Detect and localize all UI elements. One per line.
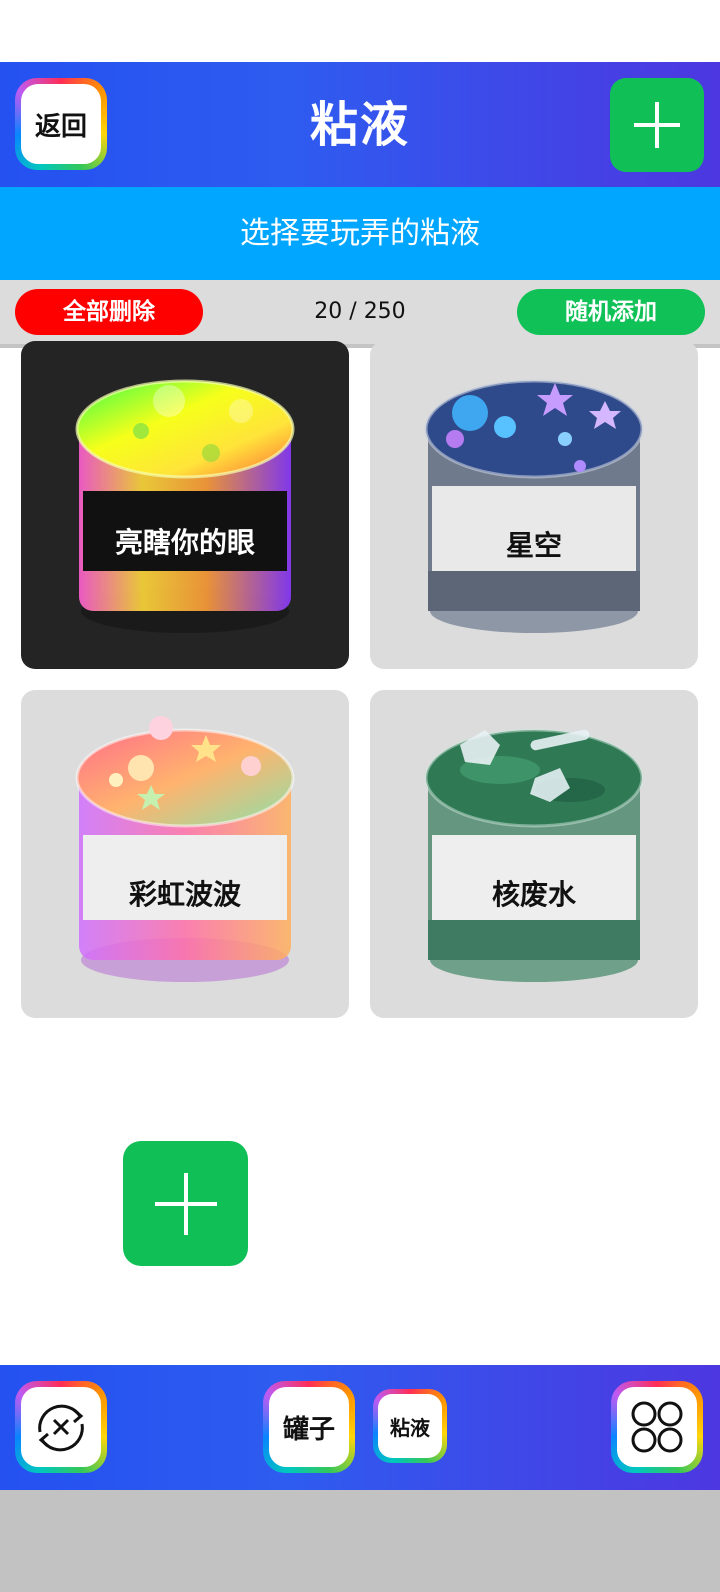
plus-icon xyxy=(154,1172,217,1235)
slime-jar-image xyxy=(75,379,295,633)
slime-jar-image xyxy=(75,716,295,982)
slime-jar-image xyxy=(424,379,644,633)
back-button[interactable]: 返回 xyxy=(15,78,107,170)
slime-jar-image xyxy=(424,728,644,982)
reset-button[interactable] xyxy=(15,1381,107,1473)
bottom-spacer xyxy=(0,1490,720,1592)
slime-tab-label: 粘液 xyxy=(390,1415,430,1440)
random-add-button[interactable]: 随机添加 xyxy=(517,289,705,335)
page-title: 粘液 xyxy=(309,97,410,153)
back-label: 返回 xyxy=(34,111,87,142)
slime-tab[interactable]: 粘液 xyxy=(373,1389,447,1463)
slime-card[interactable]: 亮瞎你的眼 xyxy=(21,341,349,669)
add-slime-button[interactable] xyxy=(123,1141,248,1266)
slime-card[interactable]: 彩虹波波 xyxy=(21,690,349,1018)
slime-name: 亮瞎你的眼 xyxy=(114,526,255,559)
slime-name: 星空 xyxy=(505,529,562,562)
slime-card[interactable]: 核废水 xyxy=(370,690,698,1018)
jar-tab-label: 罐子 xyxy=(282,1414,335,1445)
plus-icon xyxy=(634,102,680,148)
slime-counter: 20 / 250 xyxy=(314,299,406,324)
slime-card[interactable]: 星空 xyxy=(370,341,698,669)
add-button[interactable] xyxy=(610,78,704,172)
slime-name: 核废水 xyxy=(491,878,576,911)
menu-button[interactable] xyxy=(611,1381,703,1473)
grid-circles-icon xyxy=(631,1401,683,1453)
delete-all-button[interactable]: 全部删除 xyxy=(15,289,203,335)
subtitle: 选择要玩弄的粘液 xyxy=(0,187,720,280)
slime-name: 彩虹波波 xyxy=(128,878,241,911)
refresh-cycle-icon xyxy=(38,1404,84,1452)
jar-tab[interactable]: 罐子 xyxy=(263,1381,355,1473)
